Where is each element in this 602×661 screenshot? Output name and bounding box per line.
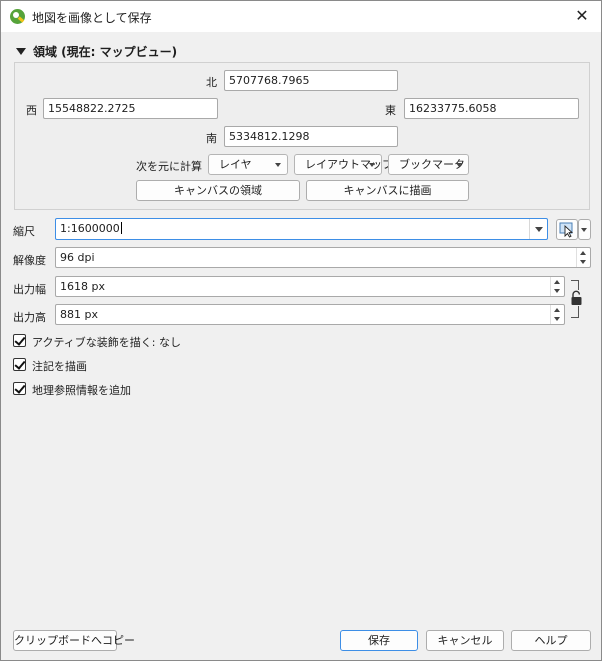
arrow-up-icon xyxy=(580,251,586,255)
east-input[interactable]: 16233775.6058 xyxy=(404,98,579,119)
checkbox-checked-icon[interactable] xyxy=(13,358,26,371)
output-height-spinbox[interactable]: 881 px xyxy=(55,304,565,325)
unlocked-padlock-icon[interactable] xyxy=(570,290,583,306)
calc-from-label: 次を元に計算 xyxy=(136,160,202,173)
arrow-up-icon xyxy=(554,308,560,312)
map-cursor-icon xyxy=(559,222,574,238)
save-button[interactable]: 保存 xyxy=(340,630,418,651)
extent-section-header[interactable]: 領域 (現在: マップビュー) xyxy=(16,43,177,60)
resolution-spinbox[interactable]: 96 dpi xyxy=(55,247,591,268)
close-icon[interactable]: ✕ xyxy=(571,6,593,26)
output-width-spinbox[interactable]: 1618 px xyxy=(55,276,565,297)
output-width-label: 出力幅 xyxy=(13,283,46,296)
north-input[interactable]: 5707768.7965 xyxy=(224,70,398,91)
output-height-value: 881 px xyxy=(60,308,98,321)
help-button[interactable]: ヘルプ xyxy=(511,630,591,651)
scale-combobox[interactable]: 1:1600000 xyxy=(55,218,548,240)
draw-annotations-label: 注記を描画 xyxy=(32,360,87,373)
checkbox-checked-icon[interactable] xyxy=(13,382,26,395)
layout-map-dropdown[interactable]: レイアウトマップ xyxy=(294,154,393,175)
arrow-down-icon xyxy=(580,260,586,264)
scale-tool-dropdown-arrow[interactable] xyxy=(578,219,591,240)
canvas-extent-button[interactable]: キャンバスの領域 xyxy=(136,180,300,201)
draw-on-canvas-button[interactable]: キャンバスに描画 xyxy=(306,180,469,201)
qgis-logo-icon xyxy=(10,9,25,24)
scale-value: 1:1600000 xyxy=(60,222,120,235)
append-georeference-label: 地理参照情報を追加 xyxy=(32,384,131,397)
output-height-stepper[interactable] xyxy=(550,305,564,324)
north-label: 北 xyxy=(206,76,217,89)
output-width-value: 1618 px xyxy=(60,280,105,293)
south-label: 南 xyxy=(206,132,217,145)
chevron-down-icon xyxy=(369,163,375,167)
chevron-down-icon[interactable] xyxy=(529,219,547,239)
output-width-stepper[interactable] xyxy=(550,277,564,296)
layer-dropdown[interactable]: レイヤ xyxy=(208,154,288,175)
west-input[interactable]: 15548822.2725 xyxy=(43,98,218,119)
scale-label: 縮尺 xyxy=(13,225,35,238)
output-height-label: 出力高 xyxy=(13,311,46,324)
arrow-up-icon xyxy=(554,280,560,284)
title-bar: 地図を画像として保存 ✕ xyxy=(1,1,601,32)
save-map-as-image-dialog: 地図を画像として保存 ✕ 領域 (現在: マップビュー) 北 5707768.7… xyxy=(0,0,602,661)
text-cursor xyxy=(120,222,122,234)
chevron-down-icon xyxy=(456,163,462,167)
resolution-value: 96 dpi xyxy=(60,251,95,264)
east-label: 東 xyxy=(385,104,396,117)
extent-section-title: 領域 (現在: マップビュー) xyxy=(33,45,178,59)
layout-map-dropdown-label: レイアウトマップ xyxy=(305,158,393,171)
draw-active-decorations-label: アクティブな装飾を描く: なし xyxy=(32,336,181,349)
chevron-down-icon xyxy=(275,163,281,167)
arrow-down-icon xyxy=(554,289,560,293)
arrow-down-icon xyxy=(554,317,560,321)
resolution-label: 解像度 xyxy=(13,254,46,267)
west-label: 西 xyxy=(26,104,37,117)
south-input[interactable]: 5334812.1298 xyxy=(224,126,398,147)
checkbox-checked-icon[interactable] xyxy=(13,334,26,347)
window-title: 地図を画像として保存 xyxy=(32,11,152,25)
layer-dropdown-label: レイヤ xyxy=(219,158,252,171)
copy-to-clipboard-button[interactable]: クリップボードへコピー xyxy=(13,630,135,651)
collapse-triangle-icon xyxy=(16,48,26,55)
cancel-button[interactable]: キャンセル xyxy=(426,630,504,651)
bookmark-dropdown[interactable]: ブックマーク xyxy=(388,154,469,175)
set-scale-from-map-button[interactable] xyxy=(556,219,578,240)
resolution-stepper[interactable] xyxy=(576,248,590,267)
